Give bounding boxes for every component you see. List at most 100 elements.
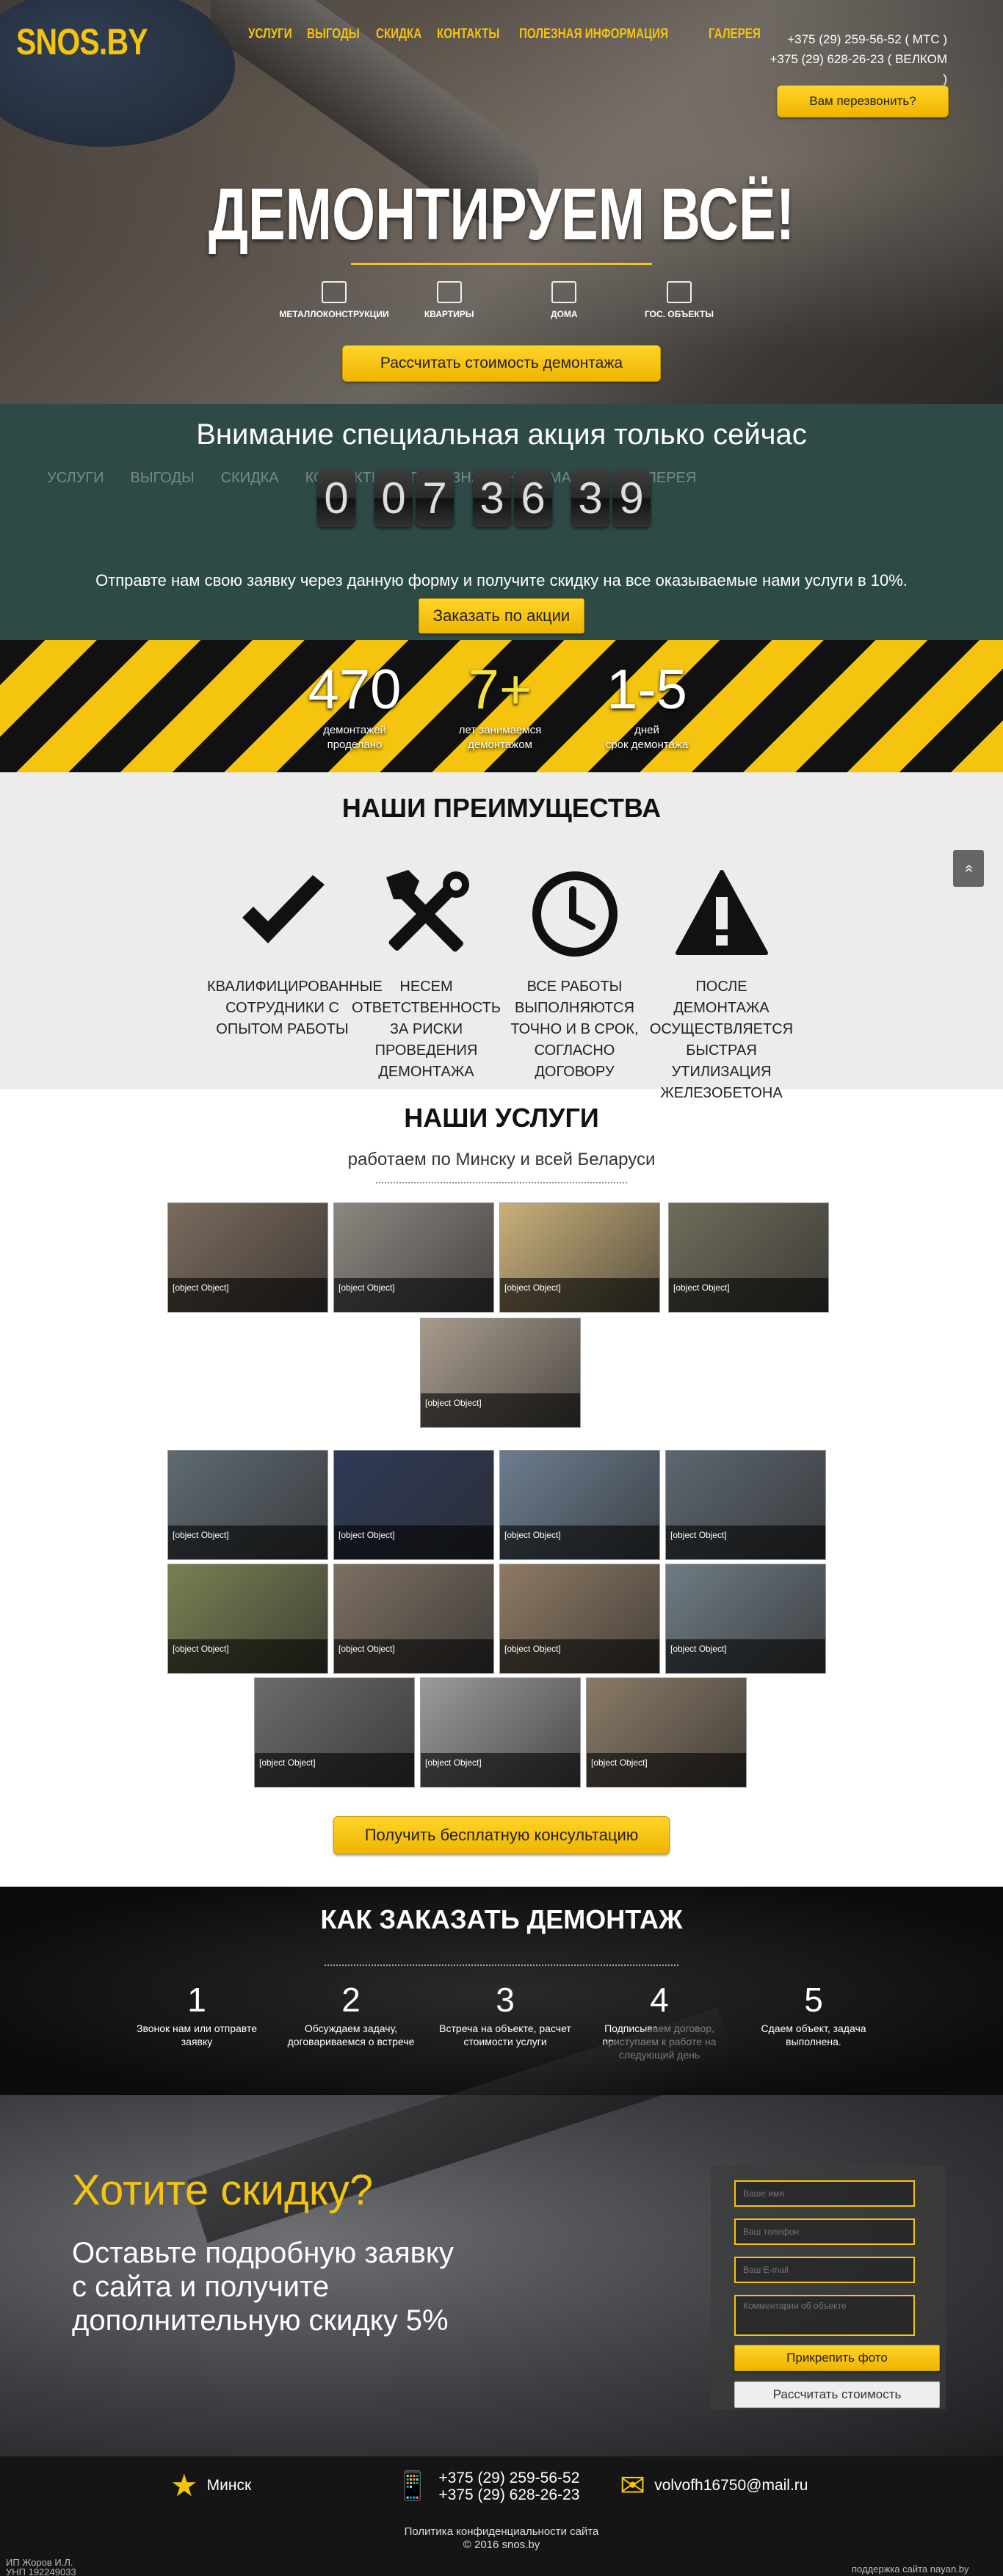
service-caption: [object Object] bbox=[669, 1278, 828, 1312]
service-caption: [object Object] bbox=[666, 1639, 825, 1673]
envelope-icon: ✉ bbox=[620, 2468, 646, 2503]
clock-icon bbox=[527, 866, 623, 962]
callback-button[interactable]: Вам перезвонить? bbox=[777, 85, 949, 117]
timer-digit: 0 bbox=[374, 470, 413, 527]
promo-text: Отправте нам свою заявку через данную фо… bbox=[95, 571, 908, 589]
footer-phone-2[interactable]: +375 (29) 628-26-23 bbox=[438, 2486, 579, 2503]
service-tile[interactable]: [object Object] bbox=[333, 1564, 494, 1674]
service-tile[interactable]: [object Object] bbox=[333, 1450, 494, 1560]
hero-category[interactable]: ДОМА bbox=[509, 281, 619, 319]
tools-icon bbox=[379, 866, 474, 962]
privacy-policy-link[interactable]: Политика конфиденциальности сайта bbox=[0, 2525, 1003, 2539]
footer-phone-1[interactable]: +375 (29) 259-56-52 bbox=[438, 2470, 579, 2486]
service-caption: [object Object] bbox=[168, 1525, 327, 1559]
nav-item[interactable]: ВЫГОДЫ bbox=[307, 26, 360, 43]
advantage-item: ПОСЛЕ ДЕМОНТАЖА ОСУЩЕСТВЛЯЕТСЯ БЫСТРАЯ У… bbox=[646, 866, 797, 1104]
service-tile[interactable]: [object Object] bbox=[499, 1450, 660, 1560]
apartment-icon bbox=[436, 281, 462, 303]
nav-item[interactable]: КОНТАКТЫ bbox=[437, 26, 499, 43]
nav-item[interactable]: ГАЛЕРЕЯ bbox=[709, 26, 761, 43]
shelving-icon bbox=[322, 281, 347, 303]
service-caption: [object Object] bbox=[500, 1278, 659, 1312]
step-number: 3 bbox=[496, 1981, 515, 2019]
service-tile[interactable]: [object Object] bbox=[420, 1318, 581, 1428]
phone-mts[interactable]: +375 (29) 259-56-52 ( МТС ) bbox=[764, 29, 947, 49]
advantage-item: КВАЛИФИЦИРОВАННЫЕ СОТРУДНИКИ С ОПЫТОМ РА… bbox=[207, 866, 383, 1040]
hero-category[interactable]: МЕТАЛЛОКОНСТРУКЦИИ bbox=[279, 281, 389, 319]
phone-velcom[interactable]: +375 (29) 628-26-23 ( ВЕЛКОМ ) bbox=[764, 49, 947, 89]
service-caption: [object Object] bbox=[334, 1278, 493, 1312]
service-tile[interactable]: [object Object] bbox=[167, 1202, 328, 1313]
service-caption: [object Object] bbox=[168, 1278, 327, 1312]
timer-group: 39 bbox=[571, 470, 651, 527]
ghost-nav-item: УСЛУГИ bbox=[47, 470, 104, 486]
name-field[interactable] bbox=[734, 2180, 915, 2207]
phone-field[interactable] bbox=[734, 2218, 915, 2245]
service-tile[interactable]: [object Object] bbox=[586, 1677, 747, 1788]
service-caption: [object Object] bbox=[666, 1525, 825, 1559]
stat-years: 7+ лет занимаемся демонтажом bbox=[438, 657, 562, 752]
services-title: НАШИ УСЛУГИ bbox=[404, 1103, 599, 1133]
footer-city: ★ Минск bbox=[170, 2470, 251, 2502]
hero-category[interactable]: КВАРТИРЫ bbox=[394, 281, 504, 319]
hero-category[interactable]: ГОС. ОБЪЕКТЫ bbox=[624, 281, 734, 319]
advantage-text: НЕСЕМ ОТВЕТСТВЕННОСТЬ ЗА РИСКИ ПРОВЕДЕНИ… bbox=[352, 979, 501, 1080]
main-nav: УСЛУГИ ВЫГОДЫ СКИДКА КОНТАКТЫ ПОЛЕЗНАЯ ИНФОР… bbox=[248, 26, 761, 43]
service-tile[interactable]: [object Object] bbox=[167, 1450, 328, 1560]
city-label: Минск bbox=[206, 2477, 252, 2494]
timer-group: 0 bbox=[317, 470, 355, 527]
order-step: 3 Встреча на объекте, расчет стоимости ус… bbox=[432, 1978, 579, 2048]
discount-text: Оставьте подробную заявку с сайта и полу… bbox=[72, 2237, 454, 2337]
service-tile[interactable]: [object Object] bbox=[167, 1564, 328, 1674]
email-field[interactable] bbox=[734, 2257, 915, 2283]
stat-number: 7+ bbox=[468, 658, 532, 721]
service-tile[interactable]: [object Object] bbox=[665, 1450, 826, 1560]
footer-policy: Политика конфиденциальности сайта © 2016… bbox=[0, 2525, 1003, 2552]
ghost-nav-item: ВЫГОДЫ bbox=[130, 470, 195, 486]
header-phones: +375 (29) 259-56-52 ( МТС ) +375 (29) 62… bbox=[764, 29, 947, 89]
nav-item[interactable]: ПОЛЕЗНАЯ ИНФОРМАЦИЯ bbox=[519, 26, 668, 43]
advantages-title: НАШИ ПРЕИМУЩЕСТВА bbox=[341, 793, 662, 823]
service-tile[interactable]: [object Object] bbox=[254, 1677, 415, 1788]
step-text: Обсуждаем задачу, договариваемся о встре… bbox=[287, 2022, 415, 2047]
nav-item[interactable]: УСЛУГИ bbox=[248, 26, 292, 43]
email-link[interactable]: volvofh16750@mail.ru bbox=[654, 2477, 808, 2495]
service-tile[interactable]: [object Object] bbox=[665, 1564, 826, 1674]
star-icon: ★ bbox=[170, 2468, 198, 2503]
stat-number: 1-5 bbox=[606, 658, 687, 721]
copyright: © 2016 snos.by bbox=[463, 2539, 540, 2551]
category-label: МЕТАЛЛОКОНСТРУКЦИИ bbox=[279, 309, 389, 319]
category-label: КВАРТИРЫ bbox=[424, 309, 474, 319]
step-text: Сдаем объект, задача выполнена. bbox=[761, 2022, 866, 2047]
timer-digit: 0 bbox=[317, 470, 355, 527]
advantage-text: ПОСЛЕ ДЕМОНТАЖА ОСУЩЕСТВЛЯЕТСЯ БЫСТРАЯ У… bbox=[649, 979, 794, 1101]
site-credit[interactable]: поддержка сайта nayan.by bbox=[852, 2564, 969, 2575]
comment-field[interactable] bbox=[734, 2295, 915, 2336]
stat-label: дней bbox=[634, 724, 659, 736]
promo-order-button[interactable]: Заказать по акции bbox=[419, 598, 584, 634]
service-tile[interactable]: [object Object] bbox=[499, 1202, 660, 1313]
calculate-submit-button[interactable]: Рассчитать стоимость bbox=[734, 2381, 940, 2408]
advantage-text: ВСЕ РАБОТЫ ВЫПОЛНЯЮТСЯ ТОЧНО И В СРОК, С… bbox=[510, 979, 639, 1080]
stat-number: 470 bbox=[308, 658, 402, 721]
timer-group: 07 bbox=[374, 470, 454, 527]
attach-photo-button[interactable]: Прикрепить фото bbox=[734, 2345, 940, 2371]
logo[interactable]: SNOS.BY bbox=[16, 21, 148, 63]
service-tile[interactable]: [object Object] bbox=[333, 1202, 494, 1313]
stat-label: проделано bbox=[327, 739, 383, 751]
service-caption: [object Object] bbox=[421, 1393, 580, 1427]
countdown-timer: 0073639 bbox=[317, 470, 651, 527]
calculate-cost-button[interactable]: Рассчитать стоимость демонтажа bbox=[342, 345, 661, 382]
timer-digit: 3 bbox=[473, 470, 511, 527]
free-consultation-button[interactable]: Получить бесплатную консультацию bbox=[333, 1816, 670, 1854]
stat-label: демонтажей bbox=[323, 724, 386, 736]
step-number: 1 bbox=[187, 1981, 206, 2019]
house-icon bbox=[551, 281, 577, 303]
scroll-top-button[interactable]: » bbox=[953, 850, 984, 887]
service-tile[interactable]: [object Object] bbox=[668, 1202, 829, 1313]
service-tile[interactable]: [object Object] bbox=[499, 1564, 660, 1674]
discount-form bbox=[711, 2166, 946, 2409]
service-tile[interactable]: [object Object] bbox=[420, 1677, 581, 1788]
nav-item[interactable]: СКИДКА bbox=[376, 26, 421, 43]
services-divider bbox=[376, 1182, 627, 1183]
